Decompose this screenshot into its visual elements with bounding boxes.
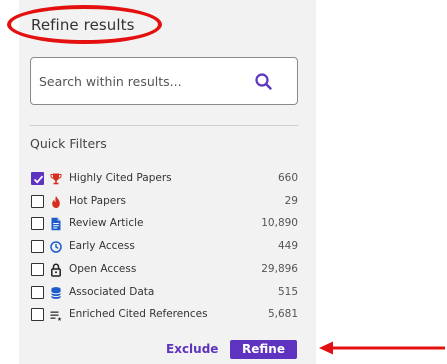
checkbox[interactable] [31, 308, 44, 321]
filter-review-article[interactable]: Review Article 10,890 [30, 216, 298, 234]
filter-label: Open Access [69, 263, 137, 275]
filter-hot-papers[interactable]: Hot Papers 29 [30, 194, 298, 212]
trophy-icon [50, 173, 62, 185]
checkbox[interactable] [31, 195, 44, 208]
filter-label: Hot Papers [69, 195, 126, 207]
annotation-arrow [319, 341, 445, 355]
document-icon [51, 217, 61, 231]
flame-icon [52, 195, 60, 208]
filter-count: 449 [277, 240, 298, 252]
filter-label: Enriched Cited References [69, 308, 208, 320]
database-icon [50, 287, 62, 299]
filter-early-access[interactable]: Early Access 449 [30, 239, 298, 257]
enriched-list-icon [50, 311, 62, 321]
refine-button[interactable]: Refine [230, 340, 297, 359]
filter-count: 10,890 [261, 217, 298, 229]
filter-enriched-cited-references[interactable]: Enriched Cited References 5,681 [30, 307, 298, 325]
padlock-icon [51, 263, 61, 277]
filter-count: 515 [277, 286, 298, 298]
checkbox[interactable] [31, 217, 44, 230]
filter-count: 29,896 [261, 263, 298, 275]
checkbox[interactable] [31, 240, 44, 253]
filter-count: 29 [284, 195, 298, 207]
checkbox[interactable] [31, 263, 44, 276]
filter-highly-cited-papers[interactable]: Highly Cited Papers 660 [30, 171, 298, 189]
filter-open-access[interactable]: Open Access 29,896 [30, 262, 298, 280]
filter-label: Early Access [69, 240, 135, 252]
search-button[interactable] [253, 71, 275, 93]
search-box [30, 57, 298, 105]
quick-filters-heading: Quick Filters [30, 136, 107, 151]
search-icon [255, 73, 272, 90]
section-divider [30, 125, 298, 126]
filter-label: Highly Cited Papers [69, 172, 172, 184]
refine-results-title: Refine results [31, 16, 135, 34]
search-input[interactable] [39, 70, 244, 92]
checkbox[interactable] [31, 286, 44, 299]
clock-icon [50, 241, 62, 253]
filter-associated-data[interactable]: Associated Data 515 [30, 285, 298, 303]
checkbox-checked[interactable] [31, 172, 44, 185]
filter-count: 660 [277, 172, 298, 184]
filter-label: Review Article [69, 217, 144, 229]
exclude-button[interactable]: Exclude [166, 342, 218, 356]
checkmark-icon [33, 175, 44, 184]
filter-count: 5,681 [267, 308, 298, 320]
filter-label: Associated Data [69, 286, 155, 298]
